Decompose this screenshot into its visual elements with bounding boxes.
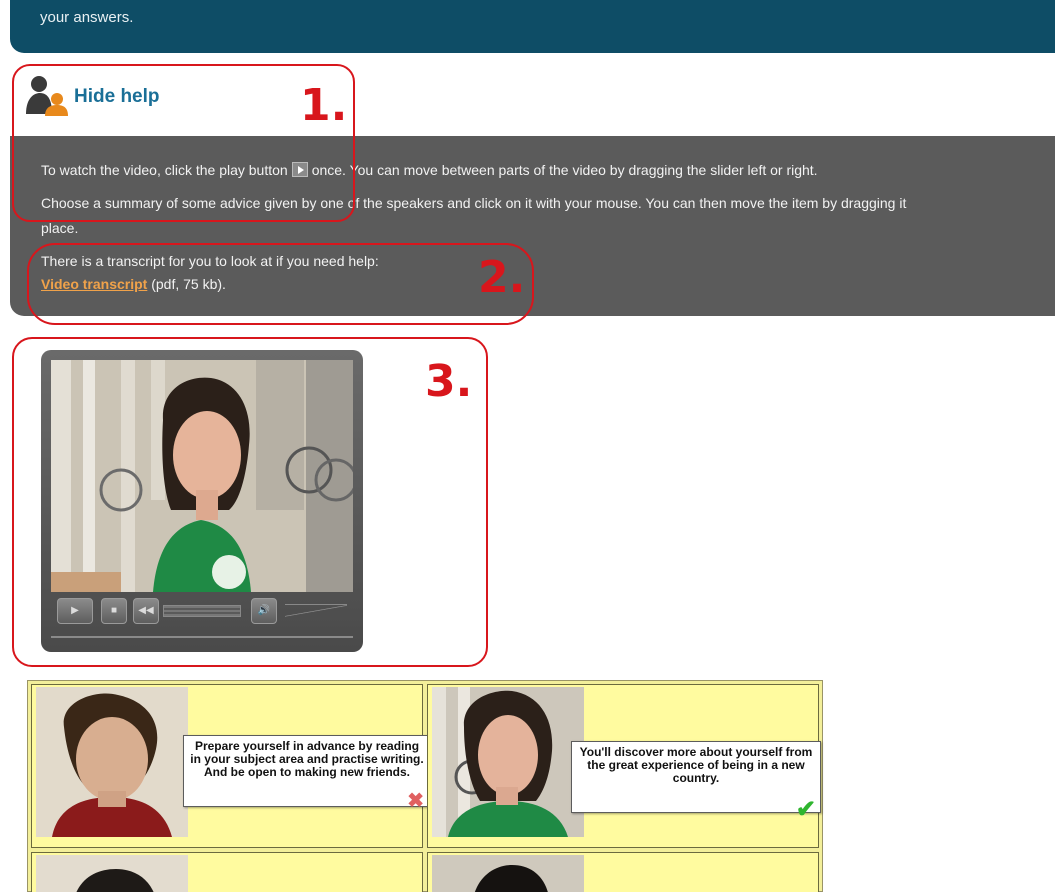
- volume-slider[interactable]: [285, 604, 347, 618]
- video-progress-slider[interactable]: [163, 605, 241, 617]
- speaker-video-image: [51, 360, 353, 592]
- annotation-box-2: [27, 243, 534, 325]
- video-timeline-slider[interactable]: [51, 636, 353, 638]
- volume-icon[interactable]: 🔊: [251, 598, 277, 624]
- advice-card-text: Prepare yourself in advance by reading i…: [190, 739, 424, 779]
- annotation-number-3: 3.: [425, 356, 473, 407]
- speaker-photo: [36, 855, 188, 892]
- cross-icon: ✖: [407, 790, 424, 812]
- speaker-man-image: [36, 687, 188, 837]
- speaker-photo: [432, 687, 584, 837]
- play-icon[interactable]: ▶: [57, 598, 93, 624]
- rewind-icon[interactable]: ◀◀: [133, 598, 159, 624]
- banner-text: your answers.: [40, 9, 134, 26]
- help-line-summary-wrap: place.: [41, 220, 79, 236]
- instructions-banner: your answers.: [10, 0, 1055, 53]
- annotation-number-2: 2.: [478, 252, 526, 303]
- speaker-cell[interactable]: [31, 852, 423, 892]
- activity-grid: Prepare yourself in advance by reading i…: [27, 680, 823, 892]
- speaker-photo-partial: [36, 855, 188, 892]
- annotation-number-1: 1.: [300, 80, 348, 131]
- help-line-video-end: once. You can move between parts of the …: [311, 162, 818, 178]
- speaker-photo: [432, 855, 584, 892]
- speaker-photo-partial: [432, 855, 584, 892]
- advice-card[interactable]: You'll discover more about yourself from…: [571, 741, 821, 823]
- speaker-cell[interactable]: You'll discover more about yourself from…: [427, 684, 821, 848]
- video-player[interactable]: ▶ ■ ◀◀ 🔊: [41, 350, 363, 652]
- advice-card-text: You'll discover more about yourself from…: [579, 745, 813, 785]
- stop-icon[interactable]: ■: [101, 598, 127, 624]
- speaker-cell[interactable]: [427, 852, 819, 892]
- speaker-cell[interactable]: Prepare yourself in advance by reading i…: [31, 684, 431, 848]
- video-controls: ▶ ■ ◀◀ 🔊: [55, 596, 351, 628]
- speaker-woman-image: [432, 687, 584, 837]
- advice-card[interactable]: Prepare yourself in advance by reading i…: [183, 735, 431, 812]
- video-frame[interactable]: [51, 360, 353, 592]
- check-icon: ✔: [795, 796, 816, 823]
- speaker-photo: [36, 687, 188, 837]
